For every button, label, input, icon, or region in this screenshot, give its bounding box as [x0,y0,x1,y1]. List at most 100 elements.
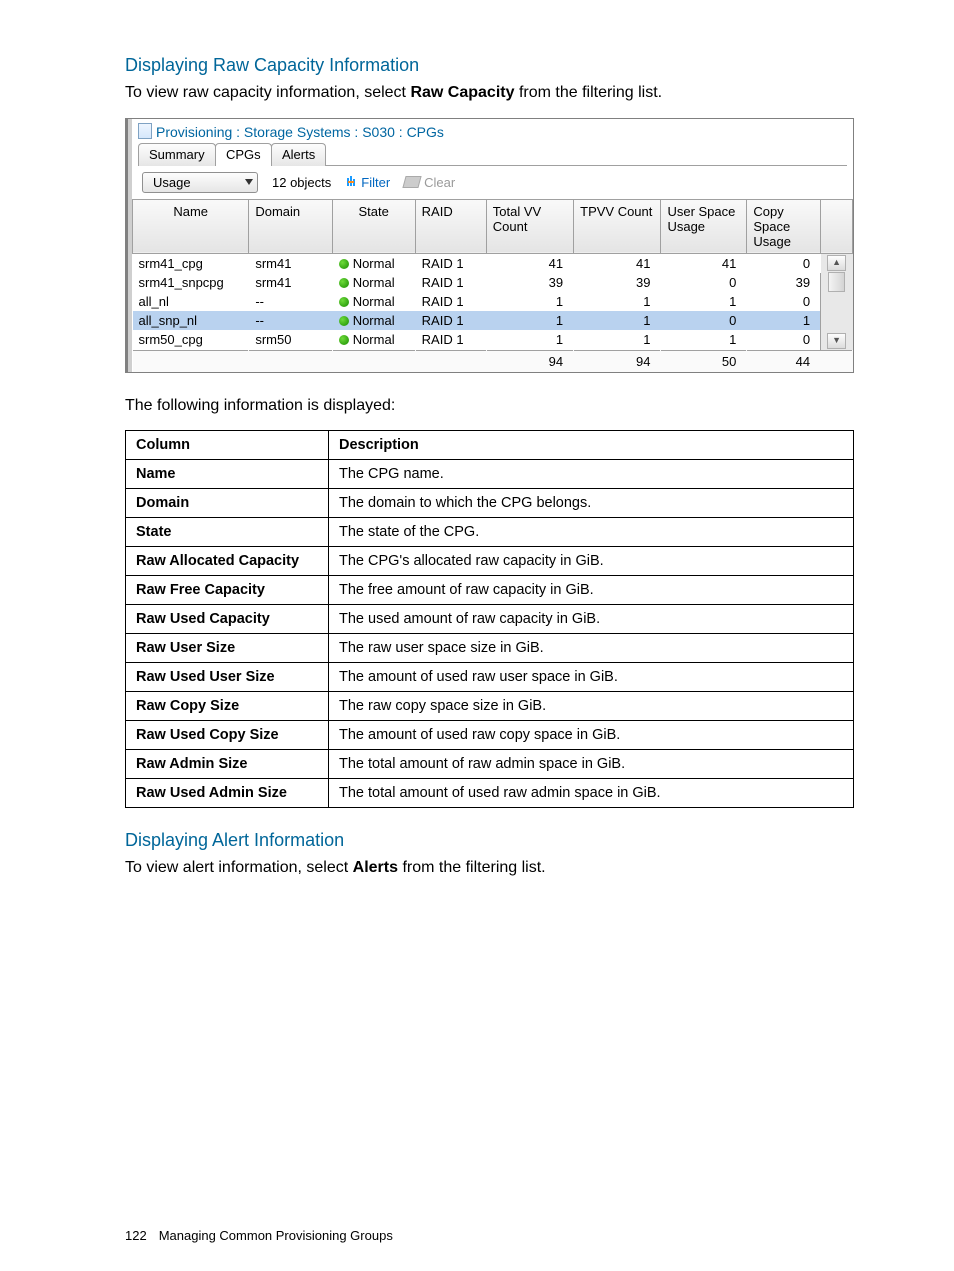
cell-domain: srm41 [249,253,332,273]
cell-domain: -- [249,292,332,311]
desc-col-description: The used amount of raw capacity in GiB. [329,605,854,634]
chevron-down-icon [245,179,253,185]
desc-col-description: The free amount of raw capacity in GiB. [329,576,854,605]
desc-row: DomainThe domain to which the CPG belong… [126,489,854,518]
tab-summary[interactable]: Summary [138,143,216,166]
clear-button[interactable]: Clear [404,175,455,190]
cell-name: all_nl [133,292,249,311]
cell-us: 0 [661,311,747,330]
cell-us: 0 [661,273,747,292]
desc-row: StateThe state of the CPG. [126,518,854,547]
status-dot-icon [339,259,349,269]
state-label: Normal [353,256,395,271]
table-row[interactable]: srm41_snpcpg srm41 Normal RAID 1 39 39 0… [133,273,853,292]
cell-raid: RAID 1 [415,311,486,330]
cell-cs: 0 [747,253,821,273]
totals-row: 94 94 50 44 [133,350,853,372]
grid-scrollbar[interactable]: ▲ ▼ [821,253,853,350]
cell-tv: 1 [486,330,573,350]
cell-domain: srm41 [249,273,332,292]
desc-col-description: The CPG's allocated raw capacity in GiB. [329,547,854,576]
desc-col-description: The raw user space size in GiB. [329,634,854,663]
view-dropdown[interactable]: Usage [142,172,258,193]
object-count: 12 objects [272,175,331,190]
cell-raid: RAID 1 [415,330,486,350]
col-domain[interactable]: Domain [249,199,332,253]
cell-cs: 39 [747,273,821,292]
table-row[interactable]: srm50_cpg srm50 Normal RAID 1 1 1 1 0 [133,330,853,350]
filter-label: Filter [361,175,390,190]
filter-button[interactable]: Filter [345,175,390,190]
cell-state: Normal [332,253,415,273]
cell-state: Normal [332,311,415,330]
cell-name: srm50_cpg [133,330,249,350]
scroll-up-icon[interactable]: ▲ [827,255,846,271]
page-footer: 122 Managing Common Provisioning Groups [125,1228,393,1243]
cell-name: srm41_snpcpg [133,273,249,292]
cell-tv: 39 [486,273,573,292]
desc-col-description: The total amount of raw admin space in G… [329,750,854,779]
tab-alerts[interactable]: Alerts [271,143,326,166]
page-number: 122 [125,1228,147,1243]
col-name[interactable]: Name [133,199,249,253]
tab-cpgs[interactable]: CPGs [215,143,272,166]
scroll-down-icon[interactable]: ▼ [827,333,846,349]
col-raid[interactable]: RAID [415,199,486,253]
text: from the filtering list. [398,859,546,876]
cell-tv: 1 [486,311,573,330]
status-dot-icon [339,297,349,307]
cell-tp: 41 [574,253,661,273]
footer-title: Managing Common Provisioning Groups [159,1228,393,1243]
grid-scroll-header [821,199,853,253]
following-info-text: The following information is displayed: [125,395,854,417]
cell-name: all_snp_nl [133,311,249,330]
desc-col-name: Name [126,460,329,489]
total-tv: 94 [486,350,573,372]
desc-col-name: Domain [126,489,329,518]
scroll-thumb[interactable] [828,272,845,292]
desc-col-description: The CPG name. [329,460,854,489]
cell-tp: 1 [574,330,661,350]
eraser-icon [403,176,422,188]
section-heading-raw-capacity: Displaying Raw Capacity Information [125,55,854,76]
breadcrumb: Provisioning : Storage Systems : S030 : … [132,119,853,142]
cell-domain: srm50 [249,330,332,350]
desc-col-description: The domain to which the CPG belongs. [329,489,854,518]
text: To view alert information, select [125,859,353,876]
desc-col-description: The total amount of used raw admin space… [329,779,854,808]
col-copyspace[interactable]: Copy Space Usage [747,199,821,253]
cell-cs: 1 [747,311,821,330]
document-icon [138,123,152,139]
cell-raid: RAID 1 [415,273,486,292]
desc-col-description: The amount of used raw copy space in GiB… [329,721,854,750]
state-label: Normal [353,275,395,290]
desc-col-name: State [126,518,329,547]
cell-us: 41 [661,253,747,273]
desc-row: Raw Admin SizeThe total amount of raw ad… [126,750,854,779]
desc-col-description: The amount of used raw user space in GiB… [329,663,854,692]
filter-icon [345,176,357,188]
table-row[interactable]: all_snp_nl -- Normal RAID 1 1 1 0 1 [133,311,853,330]
table-row[interactable]: all_nl -- Normal RAID 1 1 1 1 0 [133,292,853,311]
status-dot-icon [339,278,349,288]
table-row[interactable]: srm41_cpg srm41 Normal RAID 1 41 41 41 0… [133,253,853,273]
desc-col-name: Raw Used User Size [126,663,329,692]
desc-col-name: Raw Free Capacity [126,576,329,605]
desc-row: Raw Used User SizeThe amount of used raw… [126,663,854,692]
col-userspace[interactable]: User Space Usage [661,199,747,253]
total-us: 50 [661,350,747,372]
desc-col-description: The state of the CPG. [329,518,854,547]
col-totalvv[interactable]: Total VV Count [486,199,573,253]
status-dot-icon [339,316,349,326]
cell-tp: 1 [574,311,661,330]
col-tpvv[interactable]: TPVV Count [574,199,661,253]
desc-col-name: Raw User Size [126,634,329,663]
col-state[interactable]: State [332,199,415,253]
cell-cs: 0 [747,330,821,350]
cell-state: Normal [332,330,415,350]
desc-row: Raw Used Copy SizeThe amount of used raw… [126,721,854,750]
desc-col-name: Raw Copy Size [126,692,329,721]
desc-col-name: Raw Used Capacity [126,605,329,634]
toolbar: Usage 12 objects Filter Clear [132,172,853,199]
cell-cs: 0 [747,292,821,311]
